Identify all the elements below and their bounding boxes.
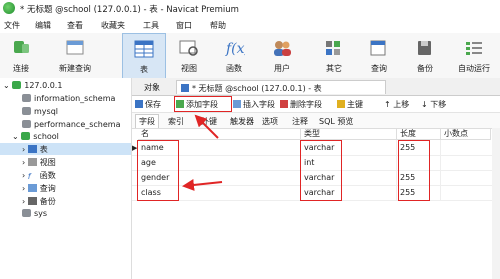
subtab-triggers[interactable]: 触发器: [230, 116, 254, 127]
tree-tables[interactable]: › 表: [22, 144, 48, 156]
column-header-decimals[interactable]: 小数点: [441, 128, 491, 140]
insert-icon: [233, 100, 241, 108]
delete-icon: [280, 100, 288, 108]
menu-file[interactable]: 文件: [4, 20, 20, 31]
database-icon: [22, 209, 31, 217]
connect-button[interactable]: 连接: [4, 33, 38, 77]
tree-selection-highlight: [0, 143, 131, 155]
column-header-name[interactable]: 名: [138, 128, 301, 140]
other-button[interactable]: 其它: [311, 33, 357, 77]
svg-text:f(x): f(x): [225, 41, 245, 57]
menu-favorites[interactable]: 收藏夹: [101, 20, 125, 31]
chevron-right-icon: ›: [22, 145, 26, 154]
tree-db-school[interactable]: ⌄ school: [12, 132, 59, 144]
fields-grid: 名 类型 长度 小数点 ▶ name varchar 255 age int g…: [132, 128, 500, 279]
subtab-foreign-keys[interactable]: 外键: [201, 116, 217, 127]
table-designer: 对象 * 无标题 @school (127.0.0.1) - 表 保存 添加字段…: [132, 78, 500, 279]
column-header-type[interactable]: 类型: [301, 128, 397, 140]
tree-db-mysql[interactable]: mysql: [22, 107, 58, 119]
view-icon: [27, 158, 37, 166]
new-query-button[interactable]: 新建查询: [52, 33, 98, 77]
menu-edit[interactable]: 编辑: [35, 20, 51, 31]
user-icon: [274, 41, 291, 56]
database-icon: [22, 94, 31, 102]
subtab-indexes[interactable]: 索引: [168, 116, 184, 127]
subtab-options[interactable]: 选项: [262, 116, 278, 127]
connection-tree: ⌄ 127.0.0.1 information_schema mysql per…: [0, 78, 132, 279]
type-column-highlight: [300, 140, 342, 201]
tree-queries[interactable]: › 查询: [22, 183, 56, 195]
function-button[interactable]: f(x) 函数: [214, 33, 254, 77]
arrow-down-icon: ↓: [421, 100, 431, 109]
query-icon: [370, 40, 386, 56]
table-icon: [181, 84, 189, 92]
table-icon: [27, 145, 37, 153]
chevron-right-icon: ›: [22, 171, 26, 180]
function-icon: f(x): [225, 41, 245, 57]
navicat-logo-icon: [3, 2, 15, 14]
tree-db-sys[interactable]: sys: [22, 209, 47, 221]
menu-window[interactable]: 窗口: [176, 20, 192, 31]
tree-views[interactable]: › 视图: [22, 157, 56, 169]
other-tools-icon: [326, 41, 340, 55]
window-title: * 无标题 @school (127.0.0.1) - 表 - Navicat …: [20, 5, 239, 15]
insert-field-button[interactable]: 插入字段: [233, 99, 275, 110]
connection-icon: [12, 81, 22, 89]
backup-icon: [27, 197, 37, 205]
chevron-right-icon: ›: [22, 158, 26, 167]
add-field-highlight: [174, 96, 232, 112]
table-icon: [134, 40, 154, 58]
subtab-sql-preview[interactable]: SQL 预览: [319, 116, 353, 127]
tree-db-performance-schema[interactable]: performance_schema: [22, 120, 121, 132]
automation-icon: [466, 42, 482, 55]
vertical-scrollbar[interactable]: [492, 128, 500, 279]
column-header-length[interactable]: 长度: [397, 128, 441, 140]
new-query-icon: [66, 40, 84, 55]
user-button[interactable]: 用户: [261, 33, 303, 77]
move-down-button[interactable]: ↓ 下移: [421, 99, 446, 110]
move-up-button[interactable]: ↑ 上移: [384, 99, 409, 110]
key-icon: [337, 100, 345, 108]
name-column-highlight: [137, 140, 179, 201]
tree-functions[interactable]: › f 函数: [22, 170, 56, 182]
database-icon: [22, 107, 31, 115]
chevron-right-icon: ›: [22, 197, 26, 206]
chevron-right-icon: ›: [22, 184, 26, 193]
chevron-down-icon: ⌄: [12, 132, 19, 141]
table-button[interactable]: 表: [122, 33, 166, 79]
title-bar: * 无标题 @school (127.0.0.1) - 表 - Navicat …: [0, 0, 500, 18]
delete-field-button[interactable]: 删除字段: [280, 99, 322, 110]
subtab-fields[interactable]: 字段: [135, 114, 159, 128]
tree-db-information-schema[interactable]: information_schema: [22, 94, 115, 106]
menu-bar: 文件 编辑 查看 收藏夹 工具 窗口 帮助: [0, 17, 500, 33]
query-icon: [27, 184, 37, 192]
tab-objects[interactable]: 对象: [140, 80, 164, 94]
database-icon: [22, 120, 31, 128]
menu-view[interactable]: 查看: [67, 20, 83, 31]
view-button[interactable]: 视图: [169, 33, 209, 77]
menu-help[interactable]: 帮助: [210, 20, 226, 31]
tree-backups[interactable]: › 备份: [22, 196, 56, 208]
view-icon: [179, 40, 198, 56]
designer-subtabs: 字段 索引 外键 触发器 选项 注释 SQL 预览: [132, 113, 500, 129]
document-tabs: 对象 * 无标题 @school (127.0.0.1) - 表: [132, 78, 500, 96]
arrow-up-icon: ↑: [384, 100, 394, 109]
primary-key-button[interactable]: 主键: [337, 99, 363, 110]
save-button[interactable]: 保存: [135, 99, 161, 110]
subtab-comments[interactable]: 注释: [292, 116, 308, 127]
backup-icon: [418, 41, 431, 55]
main-toolbar: 连接 新建查询 表 视图 f(x) 函数 用户: [0, 33, 500, 79]
length-column-highlight: [398, 140, 430, 201]
query-button[interactable]: 查询: [362, 33, 396, 77]
database-icon: [21, 132, 31, 140]
menu-tools[interactable]: 工具: [143, 20, 159, 31]
tab-table-editor[interactable]: * 无标题 @school (127.0.0.1) - 表: [176, 80, 386, 94]
connection-icon: [14, 41, 29, 53]
backup-button[interactable]: 备份: [408, 33, 442, 77]
automation-button[interactable]: 自动运行: [452, 33, 496, 77]
tree-connection[interactable]: ⌄ 127.0.0.1: [3, 81, 62, 93]
save-icon: [135, 100, 143, 108]
function-icon: f: [27, 172, 31, 181]
chevron-down-icon: ⌄: [3, 81, 10, 90]
